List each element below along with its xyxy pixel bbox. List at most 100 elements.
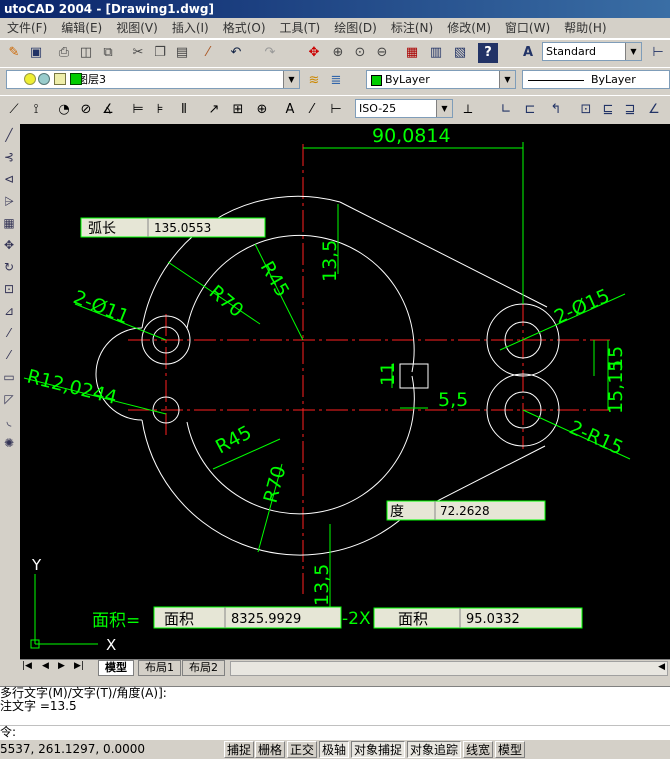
tab-next-icon[interactable]: ▶ [58,661,65,671]
dim-continue-icon[interactable]: ⊧ [150,100,170,120]
preview-icon[interactable]: ◫ [76,43,96,63]
menu-edit[interactable]: 编辑(E) [54,18,109,38]
design-center-icon[interactable]: ▥ [426,43,446,63]
chevron-down-icon[interactable]: ▼ [283,71,299,88]
dim-aligned-icon[interactable]: ⟟ [26,100,46,120]
quick-leader-icon[interactable]: ↗ [204,100,224,120]
dim-angular-icon[interactable]: ∡ [98,100,118,120]
layer-manager-icon[interactable]: ≋ [304,71,324,91]
arc-length-label: 弧长 [88,221,116,237]
chevron-down-icon[interactable]: ▼ [625,43,641,60]
dim-edit-icon[interactable]: A [280,100,300,120]
color-select[interactable]: ByLayer ▼ [366,70,516,89]
ucs-face-icon[interactable]: ⊡ [576,100,596,120]
layer-previous-icon[interactable]: ≣ [326,71,346,91]
tab-model[interactable]: 模型 [98,660,134,676]
ucs-origin-icon[interactable]: ∠ [644,100,664,120]
chamfer-icon[interactable]: ◸ [0,388,18,410]
text-style-select[interactable]: Standard ▼ [542,42,642,61]
horizontal-scrollbar[interactable]: ◀ [230,661,668,676]
match-properties-icon[interactable]: ⁄ [198,43,218,63]
command-prompt[interactable]: 令: [0,726,670,739]
dim-radius-icon[interactable]: ◔ [54,100,74,120]
paste-icon[interactable]: ▤ [172,43,192,63]
drawing-canvas[interactable]: 90,0814 13,5 13,5 R70 R45 R45 R70 2-Ø11 … [20,124,670,659]
command-window[interactable]: 多行文字(M)/文字(T)/角度(A)]: 注文字 =13.5 令: [0,686,670,739]
menu-help[interactable]: 帮助(H) [557,18,613,38]
array-icon[interactable]: ▦ [0,212,18,234]
chevron-down-icon[interactable]: ▼ [436,100,452,117]
dim-diameter-icon[interactable]: ⊘ [76,100,96,120]
menu-modify[interactable]: 修改(M) [440,18,498,38]
break-icon[interactable]: ▭ [0,366,18,388]
status-snap[interactable]: 捕捉 [224,741,255,758]
rotate-icon[interactable]: ↻ [0,256,18,278]
status-grid[interactable]: 栅格 [255,741,286,758]
status-polar[interactable]: 极轴 [319,741,350,758]
help-icon[interactable]: ? [478,43,498,63]
ucs-icon[interactable]: ∟ [496,100,516,120]
ucs-object-icon[interactable]: ⊑ [598,100,618,120]
explode-icon[interactable]: ✺ [0,432,18,454]
move-icon[interactable]: ✥ [0,234,18,256]
extend-icon[interactable]: ⁄ [0,344,18,366]
center-mark-icon[interactable]: ⊕ [252,100,272,120]
tab-layout1[interactable]: 布局1 [138,660,181,676]
line-icon[interactable]: ╱ [0,124,18,146]
text-style-icon[interactable]: A [518,43,538,63]
save-icon[interactable]: ▣ [26,43,46,63]
area2-label: 面积 [398,610,428,628]
cut-icon[interactable]: ✂ [128,43,148,63]
tolerance-icon[interactable]: ⊞ [228,100,248,120]
mirror-icon[interactable]: ⊲ [0,168,18,190]
menu-window[interactable]: 窗口(W) [498,18,557,38]
dim-style-icon[interactable]: ⟂ [458,100,478,120]
menu-dimension[interactable]: 标注(N) [384,18,440,38]
menu-draw[interactable]: 绘图(D) [327,18,384,38]
menu-insert[interactable]: 插入(I) [165,18,216,38]
status-ortho[interactable]: 正交 [287,741,318,758]
print-icon[interactable]: ⎙ [54,43,74,63]
ucs-previous-icon[interactable]: ↰ [546,100,566,120]
tab-last-icon[interactable]: ▶| [74,661,84,671]
dim-style-manager-icon[interactable]: ⊢ [648,43,668,63]
offset-icon[interactable]: ⩥ [0,190,18,212]
dim-text-edit-icon[interactable]: ⁄ [302,100,322,120]
scale-icon[interactable]: ⊡ [0,278,18,300]
ucs-world-icon[interactable]: ⊏ [520,100,540,120]
properties-icon[interactable]: ▦ [402,43,422,63]
chevron-down-icon[interactable]: ▼ [499,71,515,88]
tab-prev-icon[interactable]: ◀ [42,661,49,671]
construction-line-icon[interactable]: ⊰ [0,146,18,168]
tab-layout2[interactable]: 布局2 [182,660,225,676]
dim-linear-icon[interactable]: ⟋ [4,100,24,120]
fillet-icon[interactable]: ◟ [0,410,18,432]
undo-icon[interactable]: ↶ [226,43,246,63]
new-icon[interactable]: ✎ [4,43,24,63]
zoom-realtime-icon[interactable]: ⊕ [328,43,348,63]
trim-icon[interactable]: ⁄ [0,322,18,344]
pan-icon[interactable]: ✥ [304,43,324,63]
menu-format[interactable]: 格式(O) [216,18,273,38]
dim-baseline-icon[interactable]: ⊨ [128,100,148,120]
status-lineweight[interactable]: 线宽 [463,741,494,758]
zoom-previous-icon[interactable]: ⊖ [372,43,392,63]
menu-view[interactable]: 视图(V) [109,18,165,38]
status-osnap[interactable]: 对象捕捉 [351,741,406,758]
menu-tools[interactable]: 工具(T) [273,18,328,38]
scroll-left-icon[interactable]: ◀ [658,662,665,672]
ucs-view-icon[interactable]: ⊒ [620,100,640,120]
dim-update-icon[interactable]: ⊢ [326,100,346,120]
dim-style-select[interactable]: ISO-25 ▼ [355,99,453,118]
stretch-icon[interactable]: ⊿ [0,300,18,322]
status-otrack[interactable]: 对象追踪 [407,741,462,758]
tab-first-icon[interactable]: |◀ [22,661,32,671]
redo-icon[interactable]: ↷ [260,43,280,63]
copy-icon[interactable]: ❐ [150,43,170,63]
status-model[interactable]: 模型 [495,741,526,758]
zoom-window-icon[interactable]: ⊙ [350,43,370,63]
publish-icon[interactable]: ⧉ [98,43,118,63]
tool-palettes-icon[interactable]: ▧ [450,43,470,63]
dim-ordinate-icon[interactable]: ⫴ [174,100,194,120]
menu-file[interactable]: 文件(F) [0,18,54,38]
